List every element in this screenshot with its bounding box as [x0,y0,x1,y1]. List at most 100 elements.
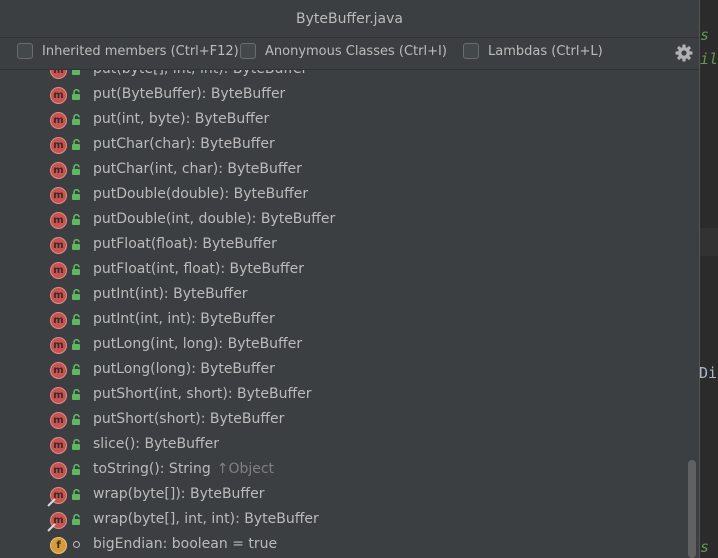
member-row[interactable]: m putShort(int, short): ByteBuffer [0,383,686,408]
anonymous-classes-checkbox[interactable] [240,43,256,59]
member-row[interactable]: m putLong(int, long): ByteBuffer [0,333,686,358]
member-row[interactable]: m toString(): String ↑Object [0,458,686,483]
editor-code-fragment: il [700,50,718,68]
member-row[interactable]: m put(int, byte): ByteBuffer [0,108,686,133]
method-icon: m [50,412,67,429]
inherited-from-label: ↑Object [216,461,275,477]
method-icon: m [50,162,67,179]
public-lock-icon [72,364,80,375]
editor-code-fragment: s [700,26,710,44]
lambdas-label: Lambdas (Ctrl+L) [488,43,603,59]
public-lock-icon [72,164,80,175]
vertical-scrollbar-thumb[interactable] [688,460,696,558]
method-icon: m [50,237,67,254]
member-signature: putShort(short): ByteBuffer [93,411,285,427]
method-icon: m [50,362,67,379]
inherited-members-option[interactable]: Inherited members (Ctrl+F12) [17,43,239,59]
member-row[interactable]: m putLong(long): ByteBuffer [0,358,686,383]
method-icon: m [50,112,67,129]
public-lock-icon [72,389,80,400]
method-icon: m [50,287,67,304]
static-marker-icon [47,498,56,507]
public-lock-icon [72,464,80,475]
file-structure-popup: ByteBuffer.java Inherited members (Ctrl+… [0,0,700,558]
public-lock-icon [72,89,80,100]
method-icon: m [50,337,67,354]
public-lock-icon [72,214,80,225]
public-lock-icon [72,514,80,525]
method-icon: m [50,462,67,479]
anonymous-classes-label: Anonymous Classes (Ctrl+I) [265,43,447,59]
structure-options-bar: Inherited members (Ctrl+F12) Anonymous C… [0,38,699,70]
method-icon: m [50,87,67,104]
editor-code-fragment: Di [699,364,718,382]
member-row[interactable]: m putShort(short): ByteBuffer [0,408,686,433]
member-signature: putFloat(int, float): ByteBuffer [93,261,305,277]
method-icon: m [50,137,67,154]
public-lock-icon [72,289,80,300]
member-signature: put(byte[], int, int): ByteBuffer [93,70,307,77]
popup-title: ByteBuffer.java [296,10,403,27]
public-lock-icon [72,414,80,425]
member-row[interactable]: f bigEndian: boolean = true [0,533,686,558]
public-lock-icon [72,439,80,450]
public-lock-icon [72,489,80,500]
member-signature: putLong(int, long): ByteBuffer [93,336,303,352]
member-row[interactable]: m putChar(char): ByteBuffer [0,133,686,158]
member-signature: putInt(int, int): ByteBuffer [93,311,275,327]
member-signature: wrap(byte[], int, int): ByteBuffer [93,511,319,527]
public-lock-icon [72,189,80,200]
member-signature: putShort(int, short): ByteBuffer [93,386,312,402]
static-marker-icon [47,523,56,532]
member-row[interactable]: m slice(): ByteBuffer [0,433,686,458]
member-row[interactable]: m put(byte[], int, int): ByteBuffer [0,70,686,83]
member-row[interactable]: m put(ByteBuffer): ByteBuffer [0,83,686,108]
lambdas-option[interactable]: Lambdas (Ctrl+L) [463,43,603,59]
gear-icon[interactable] [674,43,694,63]
member-row[interactable]: m putDouble(int, double): ByteBuffer [0,208,686,233]
member-signature: putChar(char): ByteBuffer [93,136,275,152]
editor-caret-line [700,228,718,256]
member-signature: toString(): String ↑Object [93,461,275,477]
inherited-members-checkbox[interactable] [17,43,33,59]
member-signature: putDouble(double): ByteBuffer [93,186,309,202]
public-lock-icon [72,314,80,325]
popup-title-bar[interactable]: ByteBuffer.java [0,0,699,38]
structure-member-list: m put(byte[], int, int): ByteBuffer m put(B… [0,70,686,558]
member-row[interactable]: m putInt(int): ByteBuffer [0,283,686,308]
member-signature: putLong(long): ByteBuffer [93,361,275,377]
inherited-members-label: Inherited members (Ctrl+F12) [42,43,239,59]
member-signature: put(ByteBuffer): ByteBuffer [93,86,286,102]
member-row[interactable]: m putFloat(float): ByteBuffer [0,233,686,258]
member-signature: slice(): ByteBuffer [93,436,219,452]
member-row[interactable]: m putDouble(double): ByteBuffer [0,183,686,208]
anonymous-classes-option[interactable]: Anonymous Classes (Ctrl+I) [240,43,447,59]
method-icon: m [50,212,67,229]
public-lock-icon [72,70,80,75]
field-icon: f [50,537,67,554]
member-signature: putChar(int, char): ByteBuffer [93,161,302,177]
method-icon: m [50,262,67,279]
member-signature: bigEndian: boolean = true [93,536,278,552]
member-row[interactable]: m putInt(int, int): ByteBuffer [0,308,686,333]
member-row[interactable]: m putFloat(int, float): ByteBuffer [0,258,686,283]
member-signature: put(int, byte): ByteBuffer [93,111,270,127]
method-icon: m [50,187,67,204]
public-lock-icon [72,339,80,350]
lambdas-checkbox[interactable] [463,43,479,59]
member-row[interactable]: m wrap(byte[]): ByteBuffer [0,483,686,508]
public-lock-icon [72,139,80,150]
member-signature: putInt(int): ByteBuffer [93,286,248,302]
member-row[interactable]: m putChar(int, char): ByteBuffer [0,158,686,183]
public-lock-icon [72,264,80,275]
package-private-icon [73,541,80,548]
member-row[interactable]: m wrap(byte[], int, int): ByteBuffer [0,508,686,533]
method-icon: m [50,387,67,404]
method-icon: m [50,312,67,329]
member-signature: wrap(byte[]): ByteBuffer [93,486,265,502]
method-icon: m [50,437,67,454]
member-signature: putDouble(int, double): ByteBuffer [93,211,336,227]
method-icon: m [50,70,67,79]
public-lock-icon [72,114,80,125]
member-signature: putFloat(float): ByteBuffer [93,236,277,252]
